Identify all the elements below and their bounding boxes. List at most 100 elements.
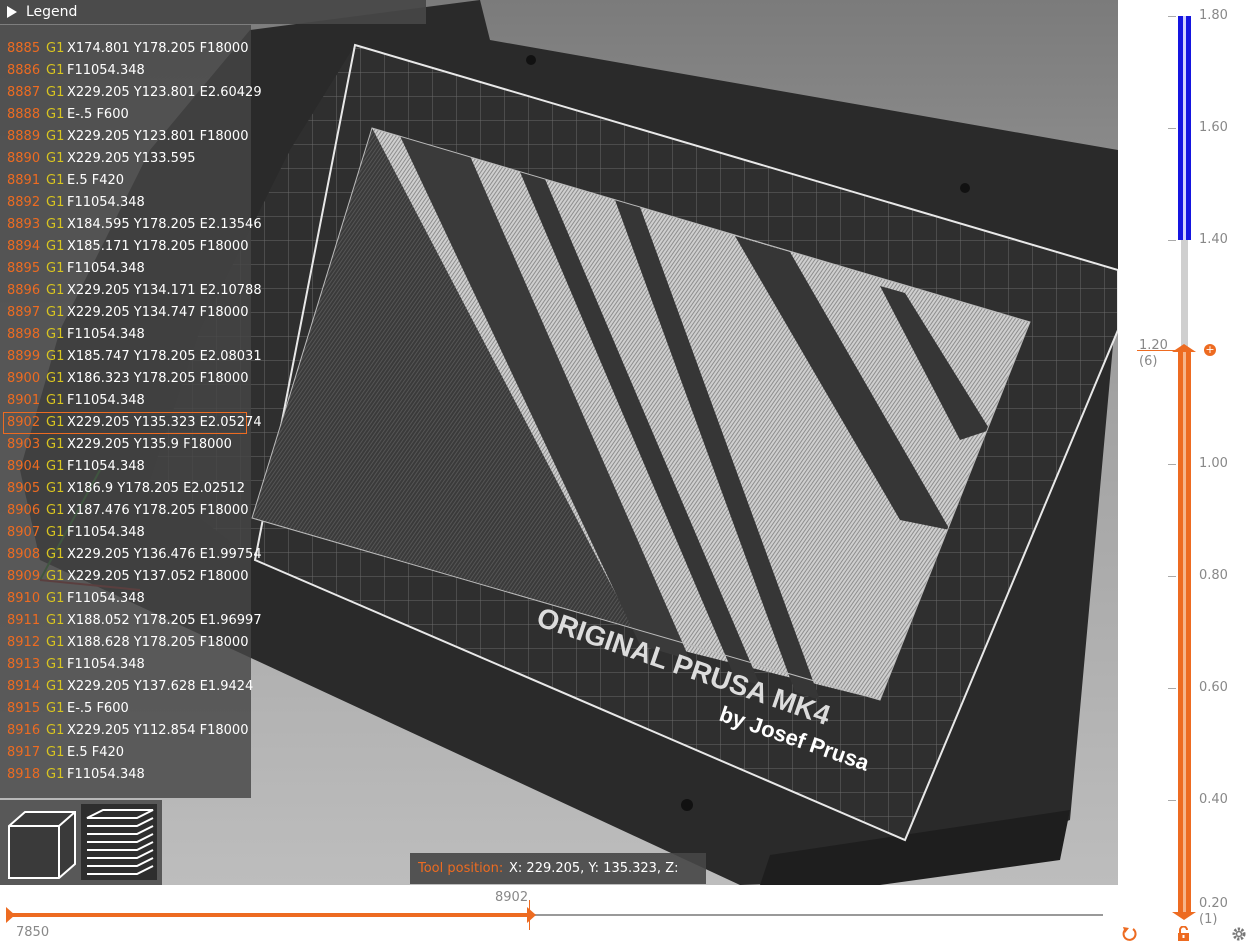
gcode-line[interactable]: 8917 G1 E.5 F420	[0, 742, 251, 764]
gcode-line-number: 8892	[7, 195, 41, 210]
gcode-line[interactable]: 8916 G1 X229.205 Y112.854 F18000	[0, 720, 251, 742]
gcode-line[interactable]: 8899 G1 X185.747 Y178.205 E2.08031	[0, 346, 262, 368]
gcode-line[interactable]: 8906 G1 X187.476 Y178.205 F18000	[0, 500, 251, 522]
gcode-line-number: 8915	[7, 701, 41, 716]
gcode-command: G1	[46, 547, 65, 562]
gcode-command: G1	[46, 327, 65, 342]
gcode-line[interactable]: 8911 G1 X188.052 Y178.205 E1.96997	[0, 610, 262, 632]
gcode-command: G1	[46, 569, 65, 584]
gcode-arguments: E.5 F420	[67, 745, 125, 760]
gcode-command: G1	[46, 107, 65, 122]
gcode-arguments: F11054.348	[67, 63, 145, 78]
gcode-line[interactable]: 8890 G1 X229.205 Y133.595	[0, 148, 251, 170]
gcode-line[interactable]: 8909 G1 X229.205 Y137.052 F18000	[0, 566, 251, 588]
gcode-command: G1	[46, 635, 65, 650]
gcode-arguments: X229.205 Y136.476 E1.99754	[67, 547, 262, 562]
gcode-arguments: X186.9 Y178.205 E2.02512	[67, 481, 246, 496]
tool-position-readout: Tool position: X: 229.205, Y: 135.323, Z…	[410, 853, 706, 884]
tick-mark	[1168, 800, 1176, 801]
gcode-arguments: X229.205 Y133.595	[67, 151, 196, 166]
gcode-line[interactable]: 8894 G1 X185.171 Y178.205 F18000	[0, 236, 251, 258]
gcode-line[interactable]: 8886 G1 F11054.348	[0, 60, 251, 82]
gcode-line[interactable]: 8910 G1 F11054.348	[0, 588, 251, 610]
tick-mark	[1168, 16, 1176, 17]
gcode-line[interactable]: 8897 G1 X229.205 Y134.747 F18000	[0, 302, 251, 324]
gcode-command: G1	[46, 591, 65, 606]
gcode-arguments: E.5 F420	[67, 173, 125, 188]
gcode-arguments: X229.205 Y135.9 F18000	[67, 437, 232, 452]
gcode-arguments: X229.205 Y112.854 F18000	[67, 723, 249, 738]
gcode-line[interactable]: 8908 G1 X229.205 Y136.476 E1.99754	[0, 544, 262, 566]
gcode-line[interactable]: 8907 G1 F11054.348	[0, 522, 251, 544]
gcode-line-number: 8895	[7, 261, 41, 276]
legend-toggle[interactable]: Legend	[0, 0, 426, 24]
gcode-line-number: 8914	[7, 679, 41, 694]
gcode-line[interactable]: 8893 G1 X184.595 Y178.205 E2.13546	[0, 214, 262, 236]
gcode-viewer: 8885 G1 X174.801 Y178.205 F18000 8886 G1 F110…	[0, 25, 262, 798]
revert-icon[interactable]	[1121, 926, 1137, 942]
lock-icon[interactable]	[1176, 926, 1192, 942]
view-3d-button[interactable]	[3, 804, 79, 880]
tick-label: 1.60	[1199, 120, 1228, 135]
gcode-arguments: X185.171 Y178.205 F18000	[67, 239, 249, 254]
gcode-line[interactable]: 8912 G1 X188.628 Y178.205 F18000	[0, 632, 251, 654]
gcode-line[interactable]: 8905 G1 X186.9 Y178.205 E2.02512	[0, 478, 251, 500]
gcode-line-number: 8887	[7, 85, 41, 100]
gcode-arguments: F11054.348	[67, 525, 145, 540]
gcode-arguments: X229.205 Y134.747 F18000	[67, 305, 249, 320]
gcode-line[interactable]: 8903 G1 X229.205 Y135.9 F18000	[0, 434, 251, 456]
gcode-line[interactable]: 8918 G1 F11054.348	[0, 764, 251, 786]
tick-mark	[1168, 240, 1176, 241]
layer-slider[interactable]: + 1.80 1.60 1.40 1.00 0.80 0.60 0.40 1.20 (6) …	[1118, 0, 1255, 948]
add-color-change-icon[interactable]: +	[1204, 344, 1216, 356]
gcode-line[interactable]: 8891 G1 E.5 F420	[0, 170, 251, 192]
gcode-line-number: 8888	[7, 107, 41, 122]
gcode-line-number: 8903	[7, 437, 41, 452]
tick-mark	[1168, 128, 1176, 129]
gcode-line[interactable]: 8888 G1 E-.5 F600	[0, 104, 251, 126]
gcode-line-number: 8916	[7, 723, 41, 738]
gcode-command: G1	[46, 283, 65, 298]
gcode-line-number: 8900	[7, 371, 41, 386]
gcode-arguments: X188.628 Y178.205 F18000	[67, 635, 249, 650]
cube-3d-icon	[8, 811, 76, 879]
move-slider[interactable]: 7850 8902	[0, 885, 1118, 948]
gcode-line[interactable]: 8904 G1 F11054.348	[0, 456, 251, 478]
gcode-line-number: 8891	[7, 173, 41, 188]
gcode-line-number: 8907	[7, 525, 41, 540]
gcode-command: G1	[46, 195, 65, 210]
gcode-command: G1	[46, 41, 65, 56]
gcode-arguments: X184.595 Y178.205 E2.13546	[67, 217, 262, 232]
move-min-thumb[interactable]	[6, 907, 15, 923]
gcode-command: G1	[46, 217, 65, 232]
gcode-arguments: E-.5 F600	[67, 107, 129, 122]
view-layers-button[interactable]	[81, 804, 157, 880]
gcode-line-number: 8908	[7, 547, 41, 562]
gcode-line[interactable]: 8895 G1 F11054.348	[0, 258, 251, 280]
gcode-line[interactable]: 8901 G1 F11054.348	[0, 390, 251, 412]
gcode-line[interactable]: 8896 G1 X229.205 Y134.171 E2.10788	[0, 280, 262, 302]
gcode-command: G1	[46, 349, 65, 364]
gcode-command: G1	[46, 151, 65, 166]
gcode-line-number: 8910	[7, 591, 41, 606]
lower-thumb[interactable]	[1172, 912, 1196, 920]
gcode-line[interactable]: 8889 G1 X229.205 Y123.801 F18000	[0, 126, 251, 148]
upper-index-label: (6)	[1139, 354, 1158, 369]
gcode-line[interactable]: 8913 G1 F11054.348	[0, 654, 251, 676]
gcode-command: G1	[46, 261, 65, 276]
gcode-line[interactable]: 8914 G1 X229.205 Y137.628 E1.9424	[0, 676, 253, 698]
gcode-line[interactable]: 8900 G1 X186.323 Y178.205 F18000	[0, 368, 251, 390]
gcode-line[interactable]: 8902 G1 X229.205 Y135.323 E2.05274	[0, 412, 262, 434]
tick-label: 1.00	[1199, 456, 1228, 471]
gcode-line[interactable]: 8892 G1 F11054.348	[0, 192, 251, 214]
gcode-arguments: X229.205 Y123.801 E2.60429	[67, 85, 262, 100]
tool-position-value: X: 229.205, Y: 135.323, Z: 1.200	[509, 861, 679, 876]
cog-icon[interactable]	[1231, 926, 1247, 942]
3d-viewport[interactable]: ORIGINAL PRUSA MK4 by Josef Prusa Legend…	[0, 0, 1118, 885]
gcode-line[interactable]: 8898 G1 F11054.348	[0, 324, 251, 346]
gcode-line-number: 8913	[7, 657, 41, 672]
gcode-line[interactable]: 8915 G1 E-.5 F600	[0, 698, 251, 720]
gcode-line[interactable]: 8885 G1 X174.801 Y178.205 F18000	[0, 38, 251, 60]
gcode-command: G1	[46, 723, 65, 738]
gcode-line[interactable]: 8887 G1 X229.205 Y123.801 E2.60429	[0, 82, 262, 104]
